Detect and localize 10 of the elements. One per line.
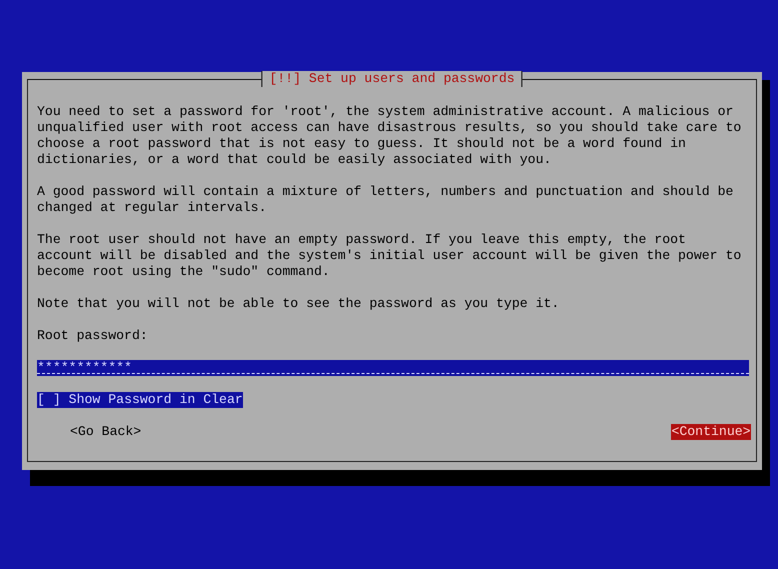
instruction-text: The root user should not have an empty password. If you leave this empty, the root account will be disabled and the system's initial user account will be given the power to become root using the "sudo" command. — [37, 232, 742, 280]
instruction-text: You need to set a password for 'root', the system administrative account. A malicious or unqualified user with root access can have disastrous results, so you should take care to choose a root password that is not easy to guess. It should not be a word found in dictionaries, or a word that could be easily associated with you. — [37, 104, 742, 168]
instruction-text: Note that you will not be able to see the password as you type it. — [37, 296, 560, 312]
show-password-checkbox[interactable]: [ ] Show Password in Clear — [37, 392, 243, 408]
go-back-button[interactable]: <Go Back> — [70, 424, 142, 440]
dialog-title: [!!] Set up users and passwords — [261, 71, 523, 87]
field-label: Root password: — [37, 328, 149, 344]
password-field[interactable]: ************ — [37, 360, 750, 376]
instruction-text: A good password will contain a mixture of letters, numbers and punctuation and should be changed at regular intervals. — [37, 184, 734, 216]
continue-button[interactable]: <Continue> — [671, 424, 751, 440]
